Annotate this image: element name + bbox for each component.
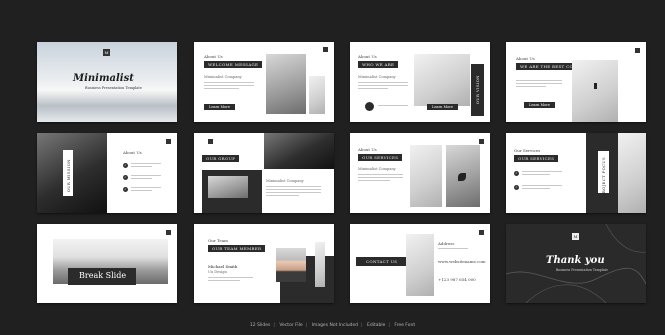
figure-mark <box>458 173 466 181</box>
contact-website: www.websitename.com <box>438 259 486 264</box>
footer-separator: | <box>388 323 390 328</box>
footer-item: Vector File <box>279 323 303 328</box>
slide-thank-you[interactable]: M Thank you Business Presentation Templa… <box>506 224 646 303</box>
glass-building-photo <box>264 133 334 169</box>
slide-break[interactable]: Break Slide <box>37 224 177 303</box>
thank-you-title: Thank you <box>546 255 605 266</box>
point-text <box>131 187 161 193</box>
city-photo <box>406 234 434 296</box>
logo-icon <box>479 139 484 144</box>
road-photo <box>208 176 248 198</box>
point-text <box>522 185 562 191</box>
body-text <box>266 186 321 198</box>
section-tag: WHO WE ARE <box>358 61 399 68</box>
slide-best-company[interactable]: About Us WE ARE THE BEST COMPANY Learn M… <box>506 42 646 122</box>
contact-tag: CONTACT US <box>356 257 408 266</box>
member-photo <box>276 248 306 282</box>
caption-text <box>378 105 408 108</box>
vertical-label: PROJECT FOCUS <box>601 157 606 197</box>
body-text <box>358 82 408 91</box>
contact-phone: +123 987 654 000 <box>438 277 476 282</box>
section-tag: OUR TEAM MEMBER <box>208 245 266 252</box>
footer-info: 12 Slides | Vector File | Images Not Inclu… <box>0 323 665 328</box>
subhead-text: Minimalist Company <box>358 75 396 79</box>
learn-more-button[interactable]: Learn More <box>524 102 555 108</box>
learn-more-button[interactable]: Learn More <box>204 104 235 110</box>
subhead-text: Minimalist Company <box>358 167 396 171</box>
eyebrow-text: About Us <box>358 147 377 152</box>
body-text <box>516 80 562 89</box>
eyebrow-text: About Us <box>123 150 142 155</box>
point-text <box>131 175 161 181</box>
check-icon: ✓ <box>123 187 128 192</box>
slide-team[interactable]: Our Team OUR TEAM MEMBER Michael Smith U… <box>194 224 334 303</box>
footer-item: Free Font <box>394 323 416 328</box>
figure-mark <box>594 83 597 89</box>
footer-separator: | <box>305 323 308 328</box>
eyebrow-text: About Us <box>358 54 377 59</box>
contact-address: Address <box>438 241 455 246</box>
slide-project-focus[interactable]: Our Services OUR SERVICES ✓ ✓ PROJECT FO… <box>506 133 646 213</box>
subtitle-text: Business Presentation Template <box>85 86 142 90</box>
logo-icon <box>323 47 328 52</box>
footer-separator: | <box>361 323 363 328</box>
slide-our-group[interactable]: OUR GROUP Minimalist Company <box>194 133 334 213</box>
title-text: Minimalist <box>73 73 134 84</box>
footer-item: 12 Slides <box>249 323 271 328</box>
subhead-text: Minimalist Company <box>266 179 304 183</box>
slide-mission[interactable]: OUR MISSION About Us ✓ ✓ ✓ <box>37 133 177 213</box>
address-text <box>438 248 468 251</box>
footer-separator: | <box>273 323 275 328</box>
brand-logo-icon: M <box>103 49 110 56</box>
vertical-label: OUR VISION <box>475 75 480 105</box>
point-text <box>522 171 562 177</box>
slide-who-we-are[interactable]: About Us WHO WE ARE Minimalist Company L… <box>350 42 490 122</box>
logo-icon <box>479 230 484 235</box>
brand-logo-icon: M <box>572 233 579 240</box>
break-title: Break Slide <box>79 271 127 280</box>
slide-our-services[interactable]: About Us OUR SERVICES Minimalist Company <box>350 133 490 213</box>
eyebrow-text: Our Services <box>514 148 541 153</box>
body-text <box>358 174 403 183</box>
logo-icon <box>166 139 171 144</box>
snow-field-photo <box>618 133 646 213</box>
circle-icon <box>365 102 374 111</box>
footer-item: Images Not Included <box>311 323 359 328</box>
building-photo <box>309 76 325 114</box>
footer-item: Editable <box>367 323 386 328</box>
vertical-label: OUR MISSION <box>66 159 71 193</box>
eyebrow-text: About Us <box>516 56 535 61</box>
section-tag: OUR GROUP <box>202 155 240 162</box>
subhead-text: Minimalist Company <box>204 75 242 79</box>
section-tag: OUR SERVICES <box>514 155 559 162</box>
product-photo <box>414 54 470 106</box>
section-tag: OUR SERVICES <box>358 154 403 161</box>
slide-contact[interactable]: CONTACT US Address www.websitename.com +… <box>350 224 490 303</box>
slide-welcome[interactable]: About Us WELCOME MESSAGE Minimalist Comp… <box>194 42 334 122</box>
check-icon: ✓ <box>514 171 519 176</box>
learn-more-button[interactable]: Learn More <box>427 104 458 110</box>
point-text <box>131 163 161 169</box>
runner-photo <box>410 145 442 207</box>
eyebrow-text: Our Team <box>208 238 228 243</box>
logo-icon <box>208 139 213 144</box>
section-tag: WELCOME MESSAGE <box>204 61 263 68</box>
bio-text <box>208 277 253 283</box>
logo-icon <box>166 230 171 235</box>
check-icon: ✓ <box>123 163 128 168</box>
eyebrow-text: About Us <box>204 54 223 59</box>
person-snow-photo <box>572 60 618 122</box>
slide-title[interactable]: M Minimalist Business Presentation Templ… <box>37 42 177 122</box>
foggy-city-photo <box>266 54 306 114</box>
member-name: Michael Smith <box>208 264 238 269</box>
check-icon: ✓ <box>514 185 519 190</box>
side-photo <box>315 242 325 287</box>
thank-you-subtitle: Business Presentation Template <box>556 268 608 272</box>
member-role: Ux Design <box>208 270 227 274</box>
check-icon: ✓ <box>123 175 128 180</box>
body-text <box>204 82 254 91</box>
logo-icon <box>635 48 640 53</box>
